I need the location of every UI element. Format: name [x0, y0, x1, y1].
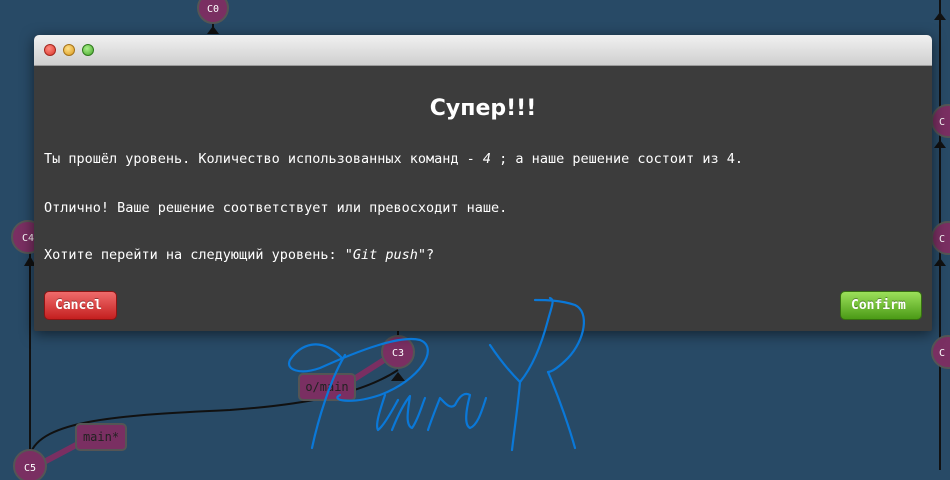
- branch-label-text: main*: [83, 430, 119, 444]
- graph-arrowhead: [934, 140, 946, 148]
- commit-label: C: [939, 117, 945, 128]
- branch-label-o-main[interactable]: o/main: [298, 373, 356, 401]
- commit-label: C5: [24, 463, 36, 474]
- prompt-prefix: Хотите перейти на следующий уровень:: [44, 247, 345, 263]
- confirm-button[interactable]: Confirm: [840, 291, 922, 320]
- commit-node[interactable]: C: [931, 221, 950, 255]
- commit-node[interactable]: C3: [381, 335, 415, 369]
- zoom-window-icon[interactable]: [82, 44, 94, 56]
- commit-label: C: [939, 348, 945, 359]
- level-complete-dialog: Супер!!! Ты прошёл уровень. Количество и…: [34, 35, 932, 331]
- branch-label-text: o/main: [305, 380, 348, 394]
- branch-label-main[interactable]: main*: [75, 423, 127, 451]
- next-level-name: "Git push": [344, 247, 427, 263]
- graph-arrowhead: [934, 12, 946, 20]
- graph-arrowhead: [207, 26, 219, 34]
- next-level-prompt: Хотите перейти на следующий уровень: "Gi…: [44, 247, 434, 263]
- graph-arrowhead: [934, 258, 946, 266]
- command-count: 4: [482, 151, 492, 167]
- dialog-content: Супер!!! Ты прошёл уровень. Количество и…: [34, 66, 932, 331]
- summary-suffix: ; а наше решение состоит из 4.: [491, 151, 744, 167]
- commit-node[interactable]: C: [931, 335, 950, 369]
- summary-prefix: Ты прошёл уровень. Количество использова…: [44, 151, 483, 167]
- commit-label: C3: [392, 348, 404, 359]
- commit-label: C4: [22, 233, 34, 244]
- dialog-title: Супер!!!: [429, 96, 537, 121]
- close-window-icon[interactable]: [44, 44, 56, 56]
- branch-arrow: [41, 441, 81, 465]
- solution-quality-text: Отлично! Ваше решение соответствует или …: [44, 200, 508, 216]
- commit-label: C0: [207, 4, 219, 15]
- commit-node[interactable]: C5: [13, 449, 47, 480]
- window-titlebar: [34, 35, 932, 66]
- commit-node[interactable]: C0: [197, 0, 229, 24]
- cancel-button[interactable]: Cancel: [44, 291, 117, 320]
- commit-node[interactable]: C: [931, 104, 950, 138]
- prompt-suffix: ?: [426, 247, 435, 263]
- level-summary-text: Ты прошёл уровень. Количество использова…: [44, 151, 743, 167]
- minimize-window-icon[interactable]: [63, 44, 75, 56]
- commit-label: C: [939, 234, 945, 245]
